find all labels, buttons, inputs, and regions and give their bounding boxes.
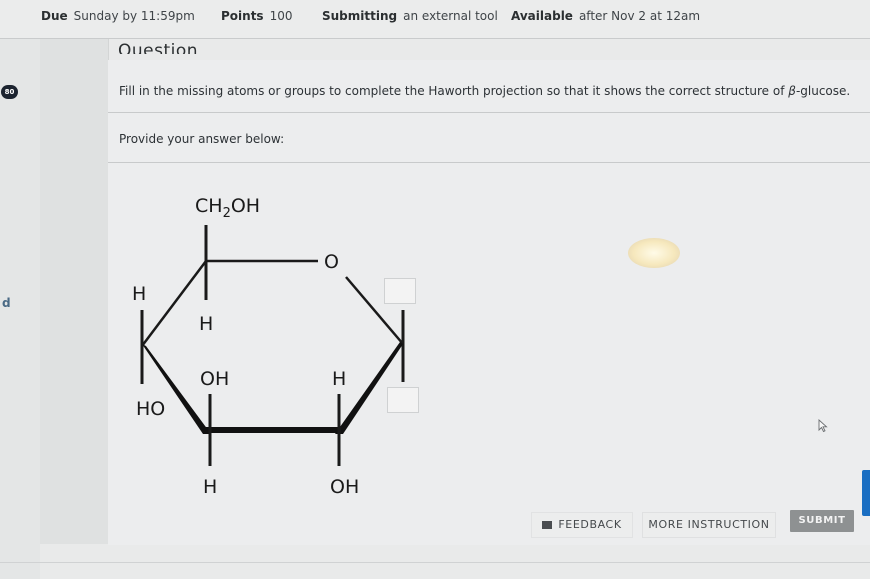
side-panel-tab[interactable] (862, 470, 870, 516)
c2-oh-label: OH (330, 476, 359, 498)
c1-lower-answer-slot[interactable] (387, 387, 419, 413)
question-prompt-row: Fill in the missing atoms or groups to c… (108, 72, 870, 113)
submitting-value: an external tool (403, 9, 498, 23)
points-info: Points 100 (221, 9, 292, 23)
c3-oh-label: OH (200, 368, 229, 390)
ring-oxygen-label: O (324, 251, 339, 273)
submit-button[interactable]: SUBMIT (790, 510, 854, 532)
feedback-flag-icon (542, 521, 553, 529)
ch2oh-label: CH2OH (195, 195, 260, 221)
bottom-divider (0, 562, 870, 563)
c1-upper-answer-slot[interactable] (384, 278, 416, 304)
question-title: Question (118, 41, 199, 54)
prompt-text-before: Fill in the missing atoms or groups to c… (119, 84, 789, 98)
c5-h-label: H (199, 313, 213, 335)
more-instruction-button[interactable]: MORE INSTRUCTION (642, 512, 776, 538)
beta-symbol: β (788, 84, 796, 98)
c4-h-label: H (132, 283, 146, 305)
feedback-button[interactable]: FEEDBACK (531, 512, 633, 538)
screen-glare (628, 238, 680, 268)
question-gutter (40, 39, 109, 544)
available-label: Available (511, 9, 573, 23)
available-info: Available after Nov 2 at 12am (511, 9, 700, 23)
answer-instruction-row: Provide your answer below: (108, 113, 870, 163)
question-number-badge[interactable]: 80 (1, 85, 18, 99)
due-info: Due Sunday by 11:59pm (41, 9, 195, 23)
c2-h-label: H (332, 368, 346, 390)
available-value: after Nov 2 at 12am (578, 9, 701, 23)
points-label: Points (221, 9, 264, 23)
submitting-info: Submitting an external tool (322, 9, 498, 23)
c3-h-label: H (203, 476, 217, 498)
mouse-pointer-icon (818, 419, 828, 433)
feedback-label: FEEDBACK (558, 518, 622, 531)
due-label: Due (41, 9, 68, 23)
sidebar-partial-text: d (2, 296, 11, 310)
question-prompt: Fill in the missing atoms or groups to c… (119, 84, 850, 98)
points-value: 100 (269, 9, 293, 23)
submitting-label: Submitting (322, 9, 398, 23)
c4-ho-label: HO (136, 398, 165, 420)
prompt-text-after: -glucose. (795, 84, 851, 98)
haworth-projection: CH2OH O H H HO OH H H OH (132, 195, 405, 498)
c5-c4-bond (141, 260, 207, 347)
assignment-meta-bar: Due Sunday by 11:59pm Points 100 Submittin… (0, 0, 870, 39)
due-value: Sunday by 11:59pm (73, 9, 195, 23)
answer-instruction: Provide your answer below: (119, 132, 285, 146)
